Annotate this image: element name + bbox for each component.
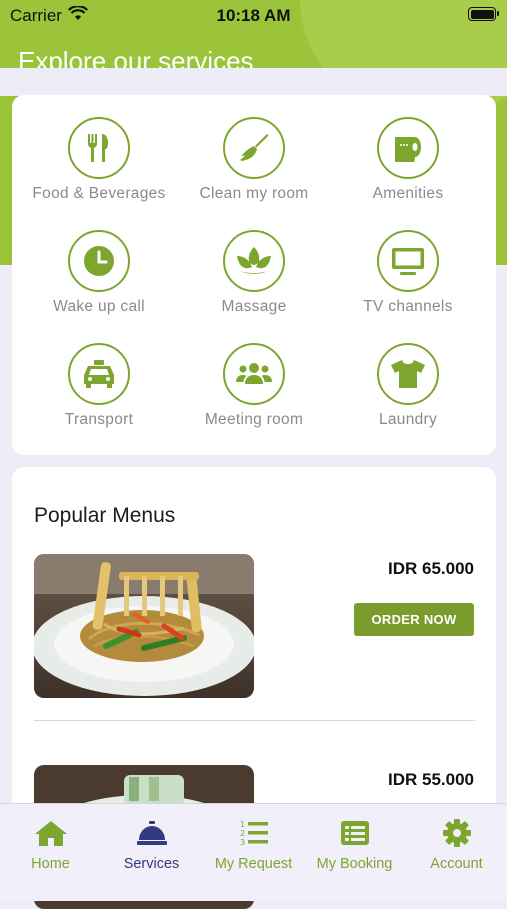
menu-item-price: IDR 55.000 — [388, 770, 474, 789]
svg-text:1: 1 — [240, 820, 245, 829]
services-card: Food & Beverages Clean my room Amenities… — [12, 95, 496, 455]
tab-label: My Request — [214, 856, 293, 872]
service-tv-channels[interactable]: TV channels — [328, 230, 488, 316]
service-food-beverages[interactable]: Food & Beverages — [19, 117, 179, 203]
tab-bar: Home Services 123 My Request My Booking … — [0, 803, 507, 901]
service-massage[interactable]: Massage — [174, 230, 334, 316]
service-amenities[interactable]: Amenities — [328, 117, 488, 203]
tab-home[interactable]: Home — [0, 818, 101, 872]
menu-item-price: IDR 65.000 — [388, 559, 474, 578]
clock-icon — [68, 230, 130, 292]
menu-item-image[interactable] — [34, 554, 254, 698]
tab-label: Services — [123, 856, 180, 872]
clock-time: 10:18 AM — [216, 6, 291, 25]
svg-text:2: 2 — [240, 829, 245, 838]
menu-divider — [34, 720, 475, 721]
concierge-bell-icon — [101, 818, 202, 848]
service-label: Amenities — [372, 185, 444, 202]
toilet-paper-icon — [377, 117, 439, 179]
service-meeting-room[interactable]: Meeting room — [174, 343, 334, 429]
service-label: Meeting room — [204, 411, 304, 428]
gear-icon — [406, 818, 507, 848]
service-clean-room[interactable]: Clean my room — [174, 117, 334, 203]
service-label: Laundry — [378, 411, 438, 428]
battery-icon — [468, 7, 499, 21]
taxi-icon — [68, 343, 130, 405]
home-icon — [0, 818, 101, 848]
service-label: TV channels — [363, 298, 453, 315]
header-band — [0, 68, 507, 96]
service-label: Clean my room — [199, 185, 309, 202]
broom-icon — [223, 117, 285, 179]
tab-my-booking[interactable]: My Booking — [304, 818, 405, 872]
tab-services[interactable]: Services — [101, 818, 202, 872]
page-title: Explore our services — [18, 46, 254, 68]
status-bar: Carrier 10:18 AM — [0, 0, 507, 30]
order-now-button[interactable]: ORDER NOW — [354, 603, 474, 636]
tab-label: My Booking — [316, 856, 393, 872]
service-transport[interactable]: Transport — [19, 343, 179, 429]
service-wake-up-call[interactable]: Wake up call — [19, 230, 179, 316]
users-icon — [223, 343, 285, 405]
service-label: Wake up call — [53, 298, 145, 315]
popular-menus-title: Popular Menus — [34, 504, 176, 527]
numbered-list-icon: 123 — [203, 818, 304, 848]
service-laundry[interactable]: Laundry — [328, 343, 488, 429]
tab-label: Home — [31, 856, 70, 872]
tv-icon — [377, 230, 439, 292]
tshirt-icon — [377, 343, 439, 405]
utensils-icon — [68, 117, 130, 179]
list-alt-icon — [304, 818, 405, 848]
tab-account[interactable]: Account — [406, 818, 507, 872]
service-label: Transport — [64, 411, 134, 428]
svg-text:3: 3 — [240, 838, 245, 847]
service-label: Massage — [221, 298, 287, 315]
tab-label: Account — [430, 856, 483, 872]
tab-my-request[interactable]: 123 My Request — [203, 818, 304, 872]
service-label: Food & Beverages — [32, 185, 166, 202]
spa-icon — [223, 230, 285, 292]
